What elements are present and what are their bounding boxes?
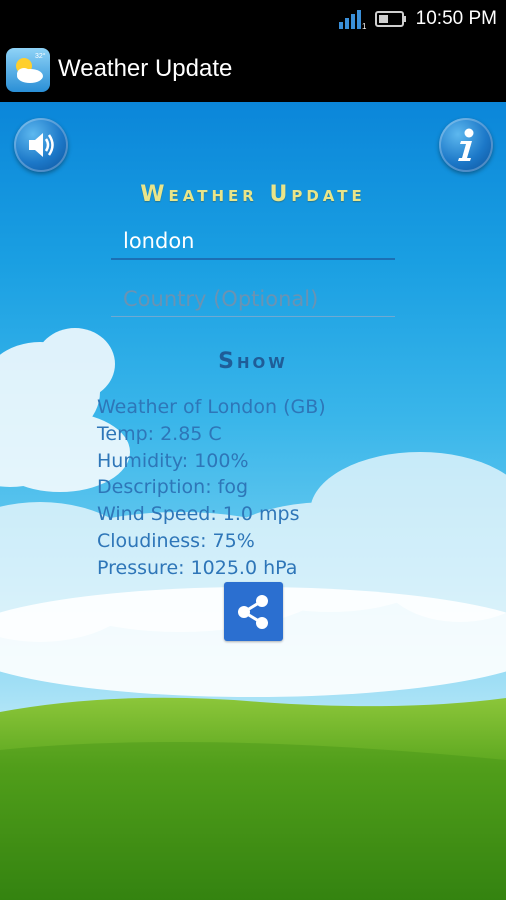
sound-button[interactable] <box>14 118 68 172</box>
speaker-icon <box>29 133 54 157</box>
action-bar: 32° Weather Update <box>0 38 506 102</box>
share-icon <box>238 595 268 629</box>
app-heading: Weather Update <box>140 182 366 207</box>
signal-icon: 1 <box>339 10 367 29</box>
city-input[interactable] <box>111 224 395 260</box>
weather-pressure: Pressure: 1025.0 hPa <box>97 556 298 579</box>
weather-wind-speed: Wind Speed: 1.0 mps <box>97 503 300 526</box>
weather-temp: Temp: 2.85 C <box>97 422 222 445</box>
grass-background <box>0 697 506 900</box>
main-content: Weather Update Show Weather of London (G… <box>0 102 506 900</box>
weather-location: Weather of London (GB) <box>97 396 326 418</box>
battery-icon <box>375 11 406 27</box>
weather-app-icon: 32° <box>6 48 50 92</box>
status-bar: 1 10:50 PM <box>0 0 506 38</box>
country-input[interactable] <box>111 281 395 317</box>
share-button[interactable] <box>224 582 283 641</box>
info-icon <box>458 128 474 161</box>
weather-info: Weather of London (GB) Temp: 2.85 C Humi… <box>97 394 326 582</box>
svg-text:1: 1 <box>362 22 367 29</box>
status-time: 10:50 PM <box>415 8 497 29</box>
weather-humidity: Humidity: 100% <box>97 449 249 472</box>
show-button[interactable]: Show <box>160 343 346 379</box>
info-button[interactable] <box>439 118 493 172</box>
weather-description: Description: fog <box>97 476 249 499</box>
weather-cloudiness: Cloudiness: 75% <box>97 529 255 552</box>
svg-text:32°: 32° <box>35 52 46 60</box>
app-title: Weather Update <box>58 55 233 82</box>
screen: 1 10:50 PM 32° Weather Update Weather Up… <box>0 0 506 900</box>
